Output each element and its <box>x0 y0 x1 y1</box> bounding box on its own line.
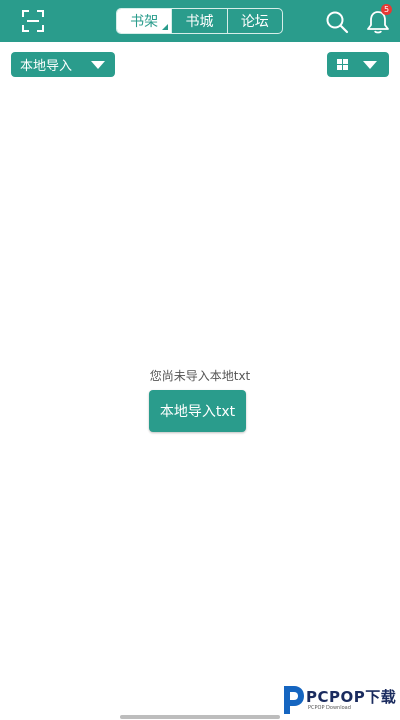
view-mode-toggle[interactable] <box>327 52 389 77</box>
import-source-dropdown[interactable]: 本地导入 <box>11 52 115 77</box>
tab-bookshelf-label: 书架 <box>130 14 159 30</box>
caret-down-icon <box>363 61 377 69</box>
watermark: PCPOP下载 PCPOP Download <box>278 684 400 720</box>
tab-active-indicator <box>162 24 169 30</box>
search-icon <box>326 11 349 34</box>
tab-forum-label: 论坛 <box>240 14 269 30</box>
home-indicator[interactable] <box>120 715 280 719</box>
empty-state-message: 您尚未导入本地txt <box>149 369 251 383</box>
grid-icon <box>337 59 348 70</box>
main-tabs: 书架 书城 论坛 <box>116 8 283 34</box>
scan-icon <box>22 10 44 32</box>
import-txt-button[interactable]: 本地导入txt <box>149 390 246 432</box>
watermark-subtext: PCPOP Download <box>308 705 351 711</box>
tab-bookstore-label: 书城 <box>185 14 214 30</box>
search-button[interactable] <box>325 10 349 34</box>
tab-forum[interactable]: 论坛 <box>226 9 282 33</box>
top-app-bar: 书架 书城 论坛 5 <box>0 0 400 42</box>
tab-bookstore[interactable]: 书城 <box>171 9 226 33</box>
tab-bookshelf[interactable]: 书架 <box>117 9 172 33</box>
pcpop-logo-icon <box>284 686 304 714</box>
watermark-text: PCPOP下载 <box>306 688 397 706</box>
notification-badge: 5 <box>381 4 392 15</box>
caret-down-icon <box>91 61 105 69</box>
scan-button[interactable] <box>22 10 44 32</box>
import-source-label: 本地导入 <box>20 59 73 74</box>
